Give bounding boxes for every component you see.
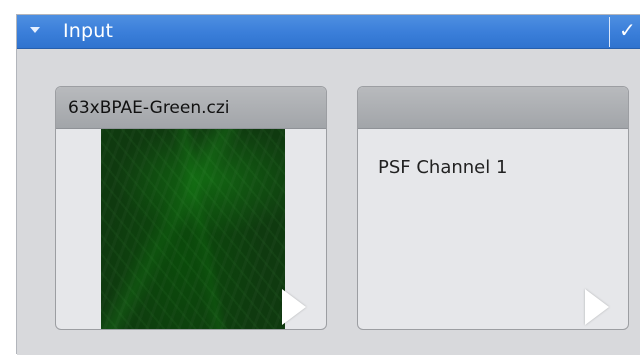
panel-title: Input (63, 20, 114, 42)
panel-header[interactable]: Input ✓ (17, 15, 640, 49)
header-divider (609, 17, 610, 47)
input-card-psf[interactable]: PSF Channel 1 (357, 86, 629, 330)
play-icon[interactable] (282, 289, 306, 325)
card-header: 63xBPAE-Green.czi (56, 87, 326, 129)
image-filename-label: 63xBPAE-Green.czi (68, 98, 230, 118)
input-card-image[interactable]: 63xBPAE-Green.czi (55, 86, 327, 330)
check-icon[interactable]: ✓ (619, 18, 636, 42)
chevron-down-icon[interactable] (30, 27, 40, 33)
card-header (358, 87, 628, 129)
input-panel: Input ✓ 63xBPAE-Green.czi PSF Channel 1 (16, 14, 640, 355)
psf-channel-text: PSF Channel 1 (378, 157, 508, 178)
play-icon[interactable] (585, 289, 609, 325)
image-thumbnail (101, 129, 285, 329)
